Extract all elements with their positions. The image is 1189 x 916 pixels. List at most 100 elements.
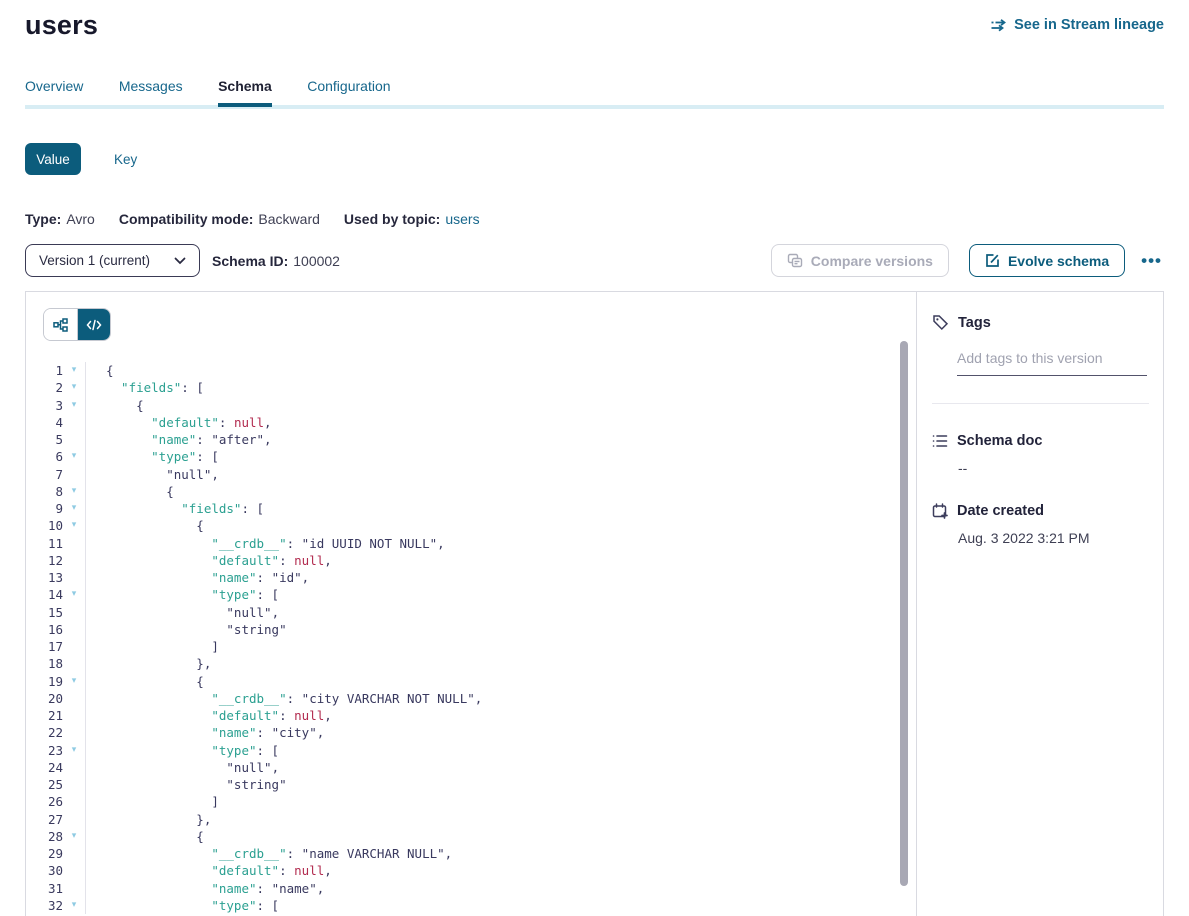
schema-id-value: 100002	[293, 253, 340, 269]
editor-scrollbar[interactable]	[900, 341, 908, 886]
code-line-text: "name": "city",	[86, 724, 324, 741]
code-line: 24"null",	[26, 759, 916, 776]
topic-link[interactable]: users	[445, 211, 479, 227]
doc-list-icon	[932, 434, 948, 448]
evolve-schema-icon	[985, 253, 1000, 268]
tree-view-icon	[53, 318, 68, 332]
line-gutter: 7	[26, 466, 86, 483]
line-number: 14	[26, 586, 63, 603]
code-line-text: {	[86, 362, 114, 379]
code-line: 10▾{	[26, 517, 916, 534]
code-line: 15"null",	[26, 604, 916, 621]
line-gutter: 29	[26, 845, 86, 862]
stream-lineage-icon	[990, 18, 1007, 32]
editor-toolbar	[26, 292, 916, 341]
code-line-text: "__crdb__": "id UUID NOT NULL",	[86, 535, 445, 552]
line-number: 7	[26, 466, 63, 483]
tab-configuration[interactable]: Configuration	[307, 78, 390, 94]
code-view-button[interactable]	[77, 309, 110, 340]
tab-bar: Overview Messages Schema Configuration	[0, 78, 1189, 109]
line-number: 3	[26, 397, 63, 414]
code-line-text: "string"	[86, 621, 287, 638]
more-options-button[interactable]: •••	[1139, 248, 1164, 273]
collapse-toggle-icon[interactable]: ▾	[63, 397, 85, 414]
collapse-spacer	[63, 535, 85, 552]
tab-overview[interactable]: Overview	[25, 78, 83, 94]
value-toggle-button[interactable]: Value	[25, 143, 81, 175]
line-gutter: 30	[26, 862, 86, 879]
code-line-text: {	[86, 673, 204, 690]
calendar-plus-icon	[932, 503, 948, 519]
collapse-spacer	[63, 811, 85, 828]
collapse-toggle-icon[interactable]: ▾	[63, 586, 85, 603]
line-number: 21	[26, 707, 63, 724]
line-gutter: 25	[26, 776, 86, 793]
line-number: 6	[26, 448, 63, 465]
schema-doc-value: --	[958, 460, 1149, 476]
compatibility-mode-value: Backward	[258, 211, 319, 227]
date-created-title: Date created	[957, 503, 1044, 519]
line-number: 28	[26, 828, 63, 845]
line-gutter: 1▾	[26, 362, 86, 379]
code-line: 22 "name": "city",	[26, 724, 916, 741]
line-number: 22	[26, 724, 63, 741]
collapse-toggle-icon[interactable]: ▾	[63, 483, 85, 500]
collapse-spacer	[63, 604, 85, 621]
page-header: users See in Stream lineage	[0, 0, 1189, 41]
code-line: 17]	[26, 638, 916, 655]
collapse-toggle-icon[interactable]: ▾	[63, 742, 85, 759]
code-line-text: "fields": [	[86, 379, 204, 396]
code-view: 1▾{2▾"fields": [3▾{4"default": null,5"na…	[26, 362, 916, 914]
value-key-toggle: Value Key	[25, 143, 1164, 175]
key-toggle-button[interactable]: Key	[114, 152, 137, 167]
collapse-toggle-icon[interactable]: ▾	[63, 362, 85, 379]
tags-title: Tags	[958, 315, 991, 331]
collapse-spacer	[63, 862, 85, 879]
code-line-text: {	[86, 483, 174, 500]
line-gutter: 8▾	[26, 483, 86, 500]
compatibility-mode: Compatibility mode:Backward	[119, 211, 320, 227]
collapse-toggle-icon[interactable]: ▾	[63, 448, 85, 465]
code-line: 13"name": "id",	[26, 569, 916, 586]
line-number: 17	[26, 638, 63, 655]
collapse-toggle-icon[interactable]: ▾	[63, 379, 85, 396]
line-gutter: 18	[26, 655, 86, 672]
evolve-schema-button[interactable]: Evolve schema	[969, 244, 1125, 277]
tree-view-button[interactable]	[44, 309, 77, 340]
code-line: 14▾"type": [	[26, 586, 916, 603]
collapse-toggle-icon[interactable]: ▾	[63, 897, 85, 914]
code-line-text: "__crdb__": "name VARCHAR NULL",	[86, 845, 452, 862]
chevron-down-icon	[174, 257, 186, 265]
collapse-spacer	[63, 776, 85, 793]
schema-type: Type:Avro	[25, 211, 95, 227]
version-select-value: Version 1 (current)	[39, 253, 150, 268]
code-line-text: ]	[86, 638, 219, 655]
collapse-spacer	[63, 793, 85, 810]
add-tags-input[interactable]	[957, 350, 1147, 376]
code-line: 1▾{	[26, 362, 916, 379]
collapse-toggle-icon[interactable]: ▾	[63, 673, 85, 690]
line-number: 25	[26, 776, 63, 793]
collapse-spacer	[63, 759, 85, 776]
code-line-text: ]	[86, 793, 219, 810]
collapse-toggle-icon[interactable]: ▾	[63, 517, 85, 534]
code-line: 32▾"type": [	[26, 897, 916, 914]
version-select[interactable]: Version 1 (current)	[25, 244, 200, 277]
code-line: 23▾"type": [	[26, 742, 916, 759]
line-number: 32	[26, 897, 63, 914]
compare-versions-button[interactable]: Compare versions	[771, 244, 949, 277]
schema-meta-row: Type:Avro Compatibility mode:Backward Us…	[25, 211, 1164, 227]
tab-messages[interactable]: Messages	[119, 78, 183, 94]
code-line: 25"string"	[26, 776, 916, 793]
collapse-toggle-icon[interactable]: ▾	[63, 828, 85, 845]
sidebar-divider	[932, 403, 1149, 404]
see-in-stream-lineage-link[interactable]: See in Stream lineage	[990, 17, 1164, 33]
code-line: 16"string"	[26, 621, 916, 638]
collapse-toggle-icon[interactable]: ▾	[63, 500, 85, 517]
line-gutter: 19▾	[26, 673, 86, 690]
tab-schema[interactable]: Schema	[218, 78, 272, 94]
collapse-spacer	[63, 621, 85, 638]
schema-doc-section: Schema doc --	[932, 433, 1149, 476]
line-gutter: 22	[26, 724, 86, 741]
code-line-text: {	[86, 517, 204, 534]
